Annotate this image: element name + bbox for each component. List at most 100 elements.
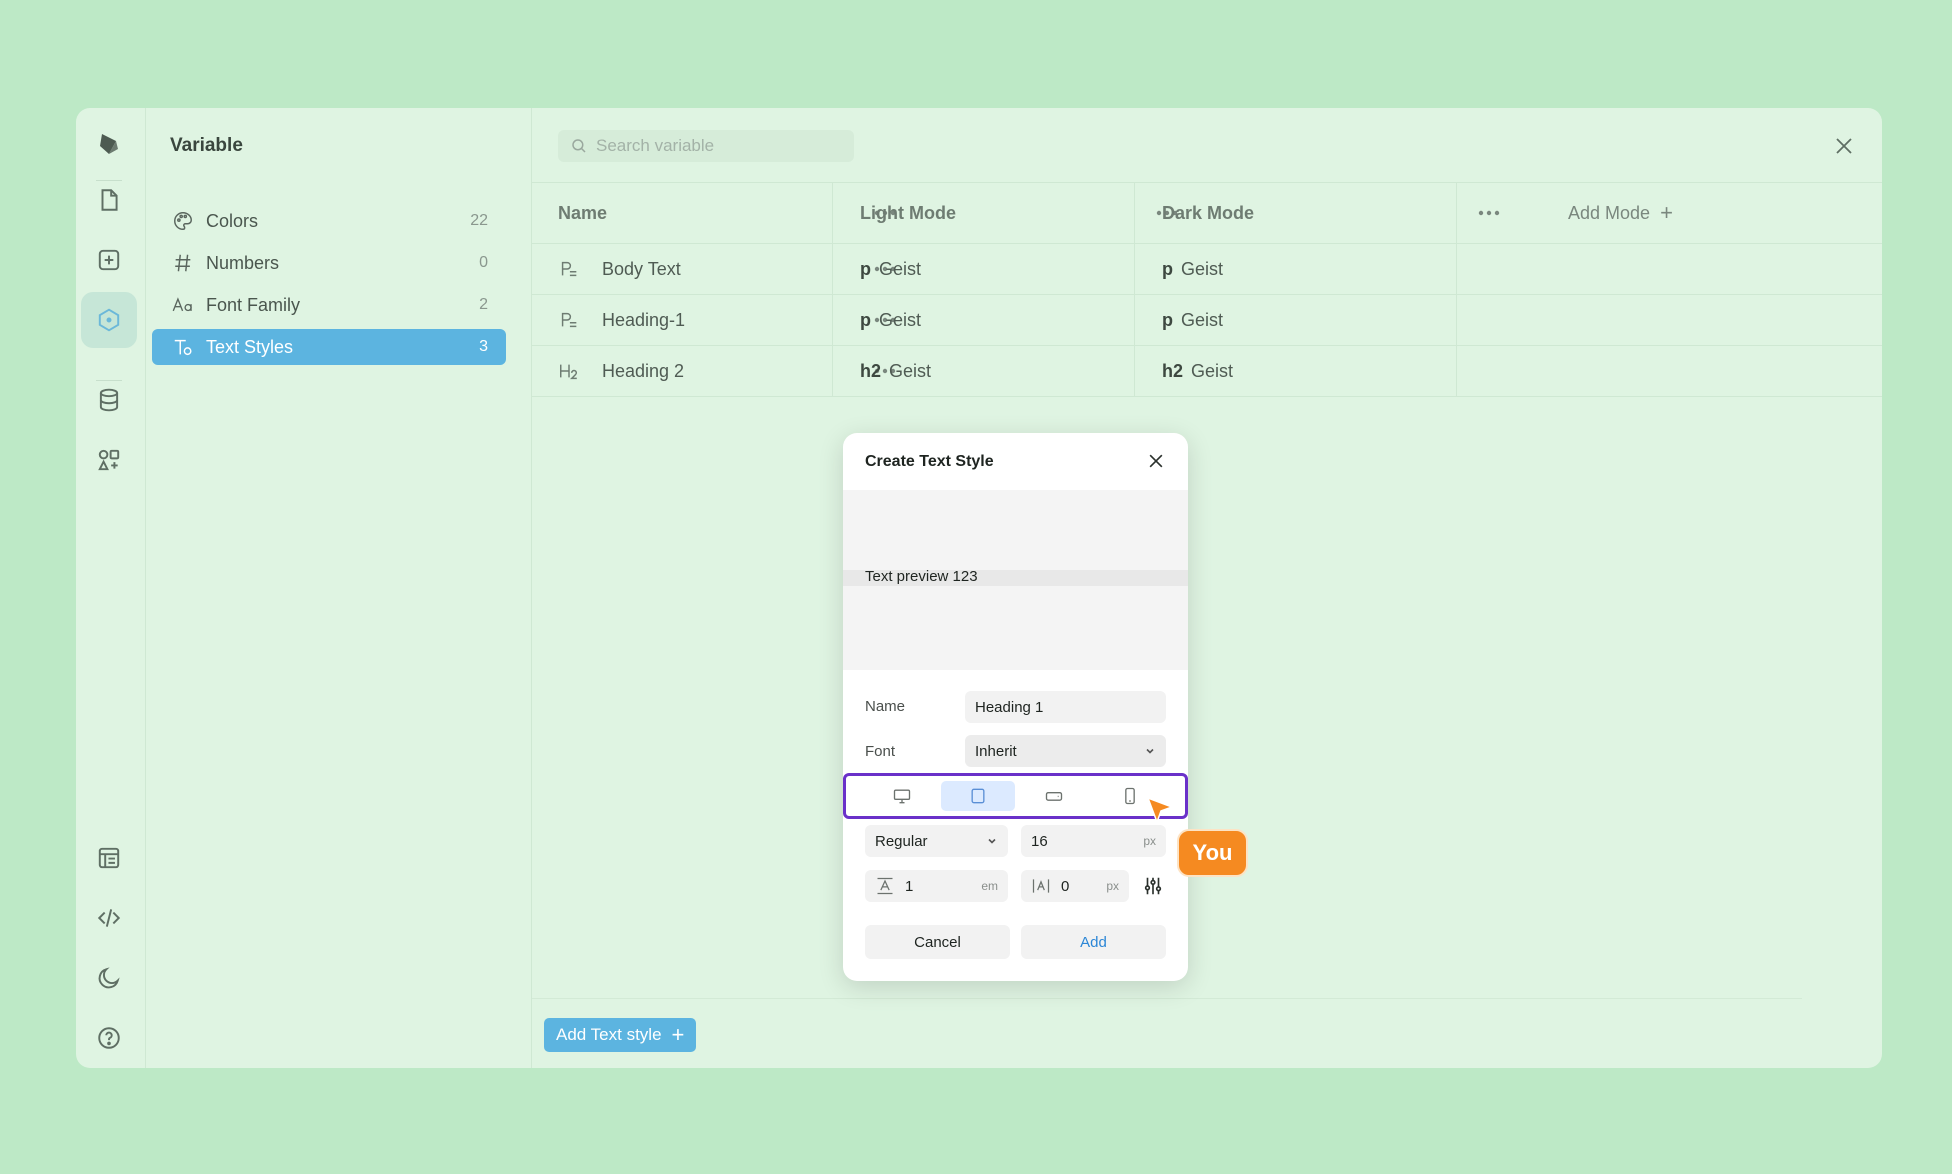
letter-spacing-unit: px bbox=[1106, 879, 1119, 893]
column-header-light-mode: Light Mode bbox=[860, 202, 956, 223]
variable-sidebar: Variable Colors 22 Numbers 0 Font Family… bbox=[146, 108, 532, 1068]
text-preview-area: Text preview 123 bbox=[843, 490, 1188, 670]
heading-2-icon bbox=[560, 364, 578, 380]
row-name: Heading-1 bbox=[602, 309, 686, 330]
tablet-icon bbox=[971, 788, 985, 804]
light-mode-cell[interactable]: p Geist bbox=[860, 295, 921, 345]
plus-icon: + bbox=[671, 1022, 685, 1047]
plus-icon: + bbox=[1660, 200, 1673, 225]
chevron-down-icon bbox=[1146, 748, 1154, 754]
sidebar-item-colors[interactable]: Colors 22 bbox=[152, 203, 506, 239]
hash-icon bbox=[170, 251, 196, 275]
desktop-icon bbox=[893, 789, 911, 804]
font-select-value: Inherit bbox=[975, 742, 1017, 760]
font-value: Geist bbox=[889, 360, 932, 381]
font-value: Geist bbox=[1191, 360, 1234, 381]
tag-label: p bbox=[1162, 309, 1173, 330]
sidebar-item-count: 2 bbox=[479, 296, 488, 313]
help-icon[interactable] bbox=[81, 1010, 137, 1066]
column-header-dark-mode: Dark Mode bbox=[1162, 202, 1255, 223]
line-height-value: 1 bbox=[905, 877, 914, 895]
close-icon[interactable] bbox=[1832, 134, 1856, 158]
database-icon[interactable] bbox=[81, 372, 137, 428]
paragraph-icon bbox=[561, 261, 577, 277]
sidebar-item-count: 3 bbox=[479, 338, 488, 355]
name-label: Name bbox=[865, 698, 906, 715]
sidebar-item-text-styles[interactable]: Text Styles 3 bbox=[152, 329, 506, 365]
font-size-unit: px bbox=[1143, 834, 1156, 848]
cancel-button[interactable]: Cancel bbox=[865, 925, 1010, 959]
dark-mode-cell[interactable]: p Geist bbox=[1162, 295, 1223, 345]
mobile-icon bbox=[1125, 787, 1135, 805]
sidebar-item-label: Text Styles bbox=[206, 336, 294, 357]
desktop-device-button[interactable] bbox=[865, 781, 939, 811]
font-size-input[interactable]: 16 px bbox=[1021, 825, 1166, 857]
components-icon[interactable] bbox=[81, 432, 137, 488]
code-icon[interactable] bbox=[81, 890, 137, 946]
tablet-device-button[interactable] bbox=[941, 781, 1015, 811]
light-mode-cell[interactable]: p Geist bbox=[860, 244, 921, 294]
sidebar-item-label: Colors bbox=[206, 210, 259, 231]
line-height-input[interactable]: 1 em bbox=[865, 870, 1008, 902]
sidebar-item-label: Numbers bbox=[206, 252, 280, 273]
letter-spacing-input[interactable]: 0 px bbox=[1021, 870, 1129, 902]
line-height-icon bbox=[877, 877, 893, 895]
layout-icon[interactable] bbox=[81, 830, 137, 886]
left-rail bbox=[76, 108, 146, 1068]
font-weight-value: Regular bbox=[875, 832, 928, 850]
light-mode-cell[interactable]: h2 Geist bbox=[860, 346, 931, 396]
font-aa-icon bbox=[170, 293, 196, 317]
add-mode-button[interactable]: Add Mode + bbox=[1568, 183, 1673, 243]
table-row[interactable]: Body Text bbox=[558, 244, 681, 294]
row-name: Heading 2 bbox=[602, 360, 685, 381]
search-icon bbox=[572, 139, 586, 153]
column-header-name: Name bbox=[558, 202, 608, 223]
chevron-down-icon bbox=[988, 838, 996, 844]
variables-hexagon-icon[interactable] bbox=[81, 292, 137, 348]
search-box[interactable] bbox=[558, 130, 854, 162]
paragraph-icon bbox=[561, 312, 577, 328]
dark-mode-cell[interactable]: p Geist bbox=[1162, 244, 1223, 294]
font-label: Font bbox=[865, 743, 896, 760]
add-square-icon[interactable] bbox=[81, 232, 137, 288]
font-value: Geist bbox=[1181, 258, 1224, 279]
device-selector bbox=[843, 773, 1188, 819]
table-row[interactable]: Heading-1 bbox=[558, 295, 685, 345]
cursor-pointer-icon bbox=[1146, 796, 1175, 825]
variables-main: Name Light Mode Dark Mode Add Mode + Body… bbox=[532, 108, 1882, 1068]
sliders-icon[interactable] bbox=[1142, 875, 1164, 897]
search-input[interactable] bbox=[596, 136, 836, 156]
close-icon[interactable] bbox=[1146, 451, 1166, 471]
font-value: Geist bbox=[1181, 309, 1224, 330]
sidebar-item-numbers[interactable]: Numbers 0 bbox=[152, 245, 506, 281]
dialog-title: Create Text Style bbox=[865, 453, 994, 470]
add-button[interactable]: Add bbox=[1021, 925, 1166, 959]
dark-mode-cell[interactable]: h2 Geist bbox=[1162, 346, 1233, 396]
name-field[interactable] bbox=[965, 691, 1166, 723]
tablet-landscape-device-button[interactable] bbox=[1017, 781, 1091, 811]
preview-text: Text preview 123 bbox=[865, 568, 978, 585]
moon-icon[interactable] bbox=[81, 950, 137, 1006]
page-icon[interactable] bbox=[81, 172, 137, 228]
sidebar-item-label: Font Family bbox=[206, 294, 301, 315]
font-size-value: 16 bbox=[1031, 832, 1048, 850]
logo-icon[interactable] bbox=[81, 116, 137, 172]
sidebar-item-font-family[interactable]: Font Family 2 bbox=[152, 287, 506, 323]
table-row[interactable]: Heading 2 bbox=[558, 346, 684, 396]
text-style-icon bbox=[170, 335, 196, 359]
add-text-style-label: Add Text style bbox=[556, 1025, 662, 1044]
font-value: Geist bbox=[879, 258, 922, 279]
create-text-style-dialog: Create Text Style Text preview 123 Name … bbox=[843, 433, 1188, 981]
palette-icon bbox=[170, 209, 196, 233]
tag-label: h2 bbox=[1162, 360, 1184, 381]
tag-label: p bbox=[1162, 258, 1173, 279]
sidebar-title: Variable bbox=[170, 135, 243, 156]
tag-label: p bbox=[860, 309, 871, 330]
add-text-style-button[interactable]: Add Text style + bbox=[544, 1018, 697, 1052]
more-icon[interactable] bbox=[1478, 210, 1500, 216]
tablet-landscape-icon bbox=[1045, 792, 1063, 801]
tag-label: h2 bbox=[860, 360, 882, 381]
font-value: Geist bbox=[879, 309, 922, 330]
font-select[interactable]: Inherit bbox=[965, 735, 1166, 767]
font-weight-select[interactable]: Regular bbox=[865, 825, 1008, 857]
